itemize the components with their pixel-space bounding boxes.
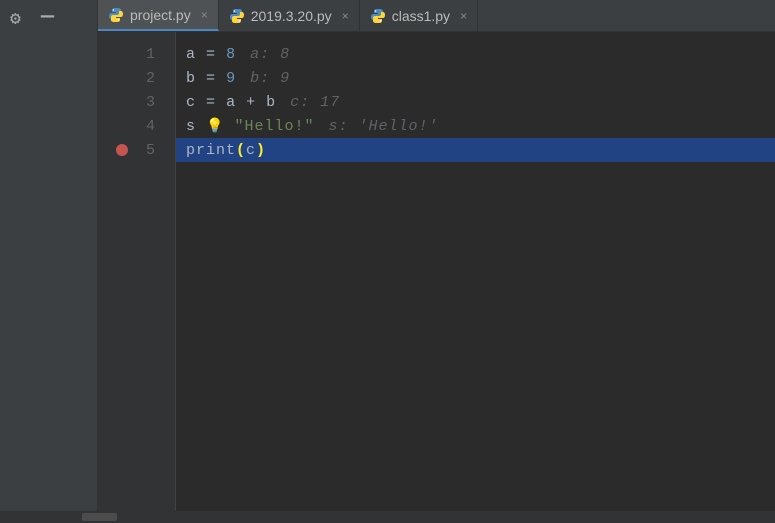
left-panel: ⚙ —	[0, 0, 98, 523]
minimize-icon[interactable]: —	[41, 4, 54, 29]
code-line-1[interactable]: a = 8a: 8	[176, 42, 775, 66]
code-line-2[interactable]: b = 9b: 9	[176, 66, 775, 90]
breakpoint-icon[interactable]	[116, 144, 128, 156]
tab-2019[interactable]: 2019.3.20.py ×	[219, 0, 360, 31]
code-line-4[interactable]: s 💡 "Hello!"s: 'Hello!'	[176, 114, 775, 138]
code-line-5-current[interactable]: print(c)	[176, 138, 775, 162]
code-line-3[interactable]: c = a + bc: 17	[176, 90, 775, 114]
close-icon[interactable]: ×	[460, 9, 467, 23]
editor: 1 2 3 4 5 a = 8a: 8 b = 9b: 9 c = a + bc…	[98, 32, 775, 523]
close-icon[interactable]: ×	[201, 8, 208, 22]
tab-label: project.py	[130, 7, 191, 23]
gutter[interactable]: 1 2 3 4 5	[98, 32, 176, 523]
python-icon	[370, 8, 386, 24]
inline-hint: c: 17	[290, 94, 340, 111]
gear-icon[interactable]: ⚙	[10, 8, 21, 30]
tab-label: 2019.3.20.py	[251, 8, 332, 24]
tab-class1[interactable]: class1.py ×	[360, 0, 478, 31]
line-number[interactable]: 4	[98, 114, 175, 138]
line-number[interactable]: 5	[98, 138, 175, 162]
line-number[interactable]: 2	[98, 66, 175, 90]
code-area[interactable]: a = 8a: 8 b = 9b: 9 c = a + bc: 17 s 💡 "…	[176, 32, 775, 523]
close-icon[interactable]: ×	[342, 9, 349, 23]
main-area: project.py × 2019.3.20.py ×	[98, 0, 775, 523]
tab-bar: project.py × 2019.3.20.py ×	[98, 0, 775, 32]
python-icon	[108, 7, 124, 23]
inline-hint: s: 'Hello!'	[329, 118, 439, 135]
line-number[interactable]: 1	[98, 42, 175, 66]
inline-hint: b: 9	[250, 70, 290, 87]
horizontal-scrollbar-track	[0, 511, 775, 523]
tab-label: class1.py	[392, 8, 450, 24]
python-icon	[229, 8, 245, 24]
lightbulb-icon[interactable]: 💡	[206, 118, 224, 135]
horizontal-scrollbar-thumb[interactable]	[82, 513, 117, 521]
line-number[interactable]: 3	[98, 90, 175, 114]
tab-project[interactable]: project.py ×	[98, 0, 219, 31]
inline-hint: a: 8	[250, 46, 290, 63]
